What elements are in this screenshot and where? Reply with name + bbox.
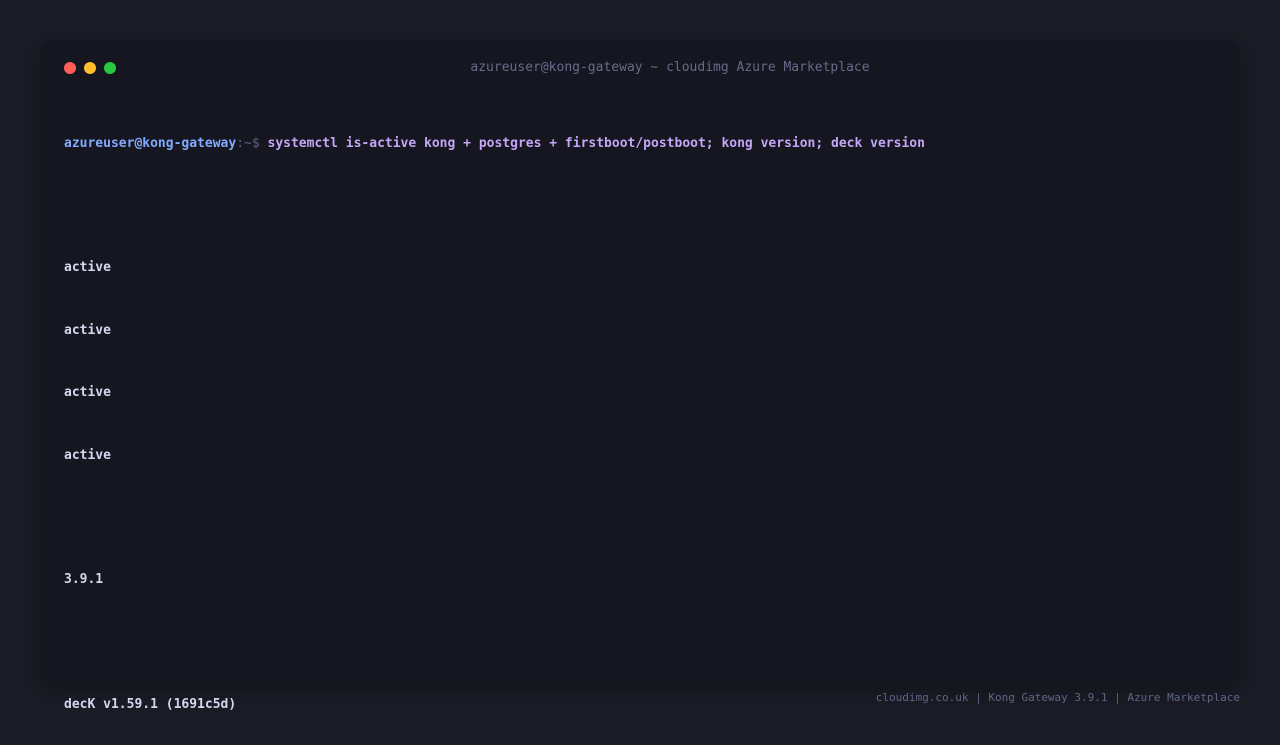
- terminal-window: azureuser@kong-gateway ~ cloudimg Azure …: [40, 40, 1240, 712]
- status-line: active: [64, 322, 111, 338]
- prompt-path: :~$: [236, 135, 260, 151]
- terminal-output-area[interactable]: azureuser@kong-gateway:~$ systemctl is-a…: [64, 92, 1214, 745]
- command-line: azureuser@kong-gateway:~$ systemctl is-a…: [64, 134, 1214, 155]
- kong-version-line: 3.9.1: [64, 572, 104, 588]
- prompt-user: azureuser@kong-gateway: [64, 135, 237, 151]
- command-text: systemctl is-active kong + postgres + fi…: [267, 135, 925, 151]
- window-title: azureuser@kong-gateway ~ cloudimg Azure …: [470, 60, 870, 75]
- status-line: active: [64, 447, 111, 463]
- status-line: active: [64, 385, 111, 401]
- window-titlebar: azureuser@kong-gateway ~ cloudimg Azure …: [40, 56, 1240, 80]
- status-line: active: [64, 260, 111, 276]
- footer-caption: cloudimg.co.uk | Kong Gateway 3.9.1 | Az…: [875, 691, 1240, 704]
